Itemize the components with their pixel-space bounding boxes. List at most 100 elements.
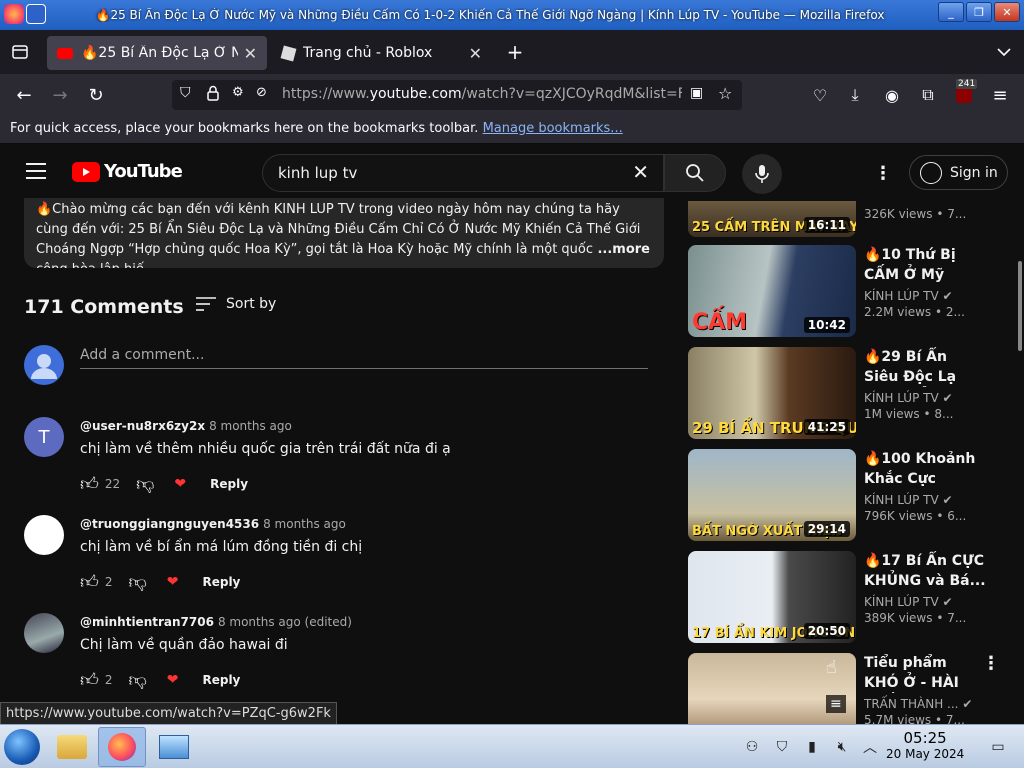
url-bar[interactable]: ⛉ ⚙ ⊘ https://www.youtube.com/watch?v=qz… xyxy=(172,80,742,110)
comment-author[interactable]: @minhtientran7706 xyxy=(80,615,214,629)
window-menu-icon[interactable] xyxy=(26,4,46,24)
back-icon[interactable]: ← xyxy=(12,83,36,107)
show-desktop-icon[interactable]: ▭ xyxy=(988,737,1008,757)
manage-bookmarks-link[interactable]: Manage bookmarks... xyxy=(483,121,623,136)
clock[interactable]: 05:25 20 May 2024 xyxy=(886,729,964,761)
bookmarks-message: For quick access, place your bookmarks h… xyxy=(10,121,479,136)
video-thumbnail[interactable]: BẤT NGỜ XUẤT HIỆN 29:14 xyxy=(688,449,856,541)
search-icon xyxy=(686,164,704,182)
file-explorer-icon[interactable] xyxy=(48,727,96,767)
channel-name[interactable]: TRẤN THÀNH ... xyxy=(864,697,959,711)
permissions-icon[interactable]: ⚙ xyxy=(232,85,244,100)
comment-author[interactable]: @user-nu8rx6zy2x xyxy=(80,419,205,433)
like-icon[interactable]: 👍︎ xyxy=(80,571,99,593)
bookmarks-toolbar: For quick access, place your bookmarks h… xyxy=(0,116,1024,144)
video-thumbnail[interactable]: 17 BÍ ẨN KIM JONG UN 20:50 xyxy=(688,551,856,643)
new-tab-icon[interactable]: + xyxy=(503,40,527,64)
recommended-video[interactable]: 25 CẤM TRÊN MÁY BAY 16:11 326K views • 7… xyxy=(688,201,1008,237)
tab-close-icon[interactable]: ✕ xyxy=(469,44,482,63)
search-button[interactable] xyxy=(664,154,726,192)
maximize-icon[interactable]: ❐ xyxy=(966,2,992,22)
battery-icon[interactable]: ▮ xyxy=(802,737,822,757)
comment-time[interactable]: 8 months ago xyxy=(263,517,346,531)
reply-button[interactable]: Reply xyxy=(202,673,240,687)
video-meta: 326K views • 7... xyxy=(864,205,986,221)
tracking-blocked-icon[interactable]: ⊘ xyxy=(256,85,267,100)
page-scrollbar[interactable] xyxy=(1016,201,1024,724)
comment-actions: 👍︎ 2 👎︎ ❤ Reply xyxy=(80,669,240,691)
add-to-queue-icon[interactable]: ≡ xyxy=(826,695,846,713)
show-more-button[interactable]: ...more xyxy=(593,240,650,260)
comment-author[interactable]: @truonggiangnguyen4536 xyxy=(80,517,259,531)
sign-in-button[interactable]: Sign in xyxy=(909,155,1008,190)
scrollbar-thumb[interactable] xyxy=(1018,261,1022,351)
sort-comments-button[interactable]: Sort by xyxy=(196,296,276,312)
network-icon[interactable]: ⚇ xyxy=(742,737,762,757)
like-icon[interactable]: 👍︎ xyxy=(80,669,99,691)
dislike-icon[interactable]: 👎︎ xyxy=(136,473,154,495)
tab-roblox[interactable]: Trang chủ - Roblox ✕ xyxy=(272,36,492,70)
video-thumbnail[interactable]: ☝ ≡ xyxy=(688,653,856,724)
reader-view-icon[interactable]: ▣ xyxy=(690,85,703,101)
recommended-video[interactable]: BẤT NGỜ XUẤT HIỆN 29:14 🔥100 Khoảnh Khắc… xyxy=(688,449,1008,541)
tab-close-icon[interactable]: ✕ xyxy=(244,44,257,63)
shield-icon[interactable]: ⛉ xyxy=(180,85,191,101)
close-icon[interactable]: ✕ xyxy=(994,2,1020,22)
pocket-icon[interactable]: ♡ xyxy=(808,83,832,107)
control-panel-icon[interactable] xyxy=(150,727,198,767)
tab-youtube[interactable]: 🔥25 Bí Ẩn Độc Lạ Ở Nước ✕ xyxy=(47,36,267,70)
video-thumbnail[interactable]: 29 BÍ ẨN TRUNG QUỐC 41:25 xyxy=(688,347,856,439)
video-thumbnail[interactable]: 25 CẤM TRÊN MÁY BAY 16:11 xyxy=(688,201,856,237)
recommended-video[interactable]: 17 BÍ ẨN KIM JONG UN 20:50 🔥17 Bí Ẩn CỰC… xyxy=(688,551,1008,643)
avatar[interactable] xyxy=(24,515,64,555)
avatar[interactable]: T xyxy=(24,417,64,457)
window-titlebar: 🔥25 Bí Ẩn Độc Lạ Ở Nước Mỹ và Những Điều… xyxy=(0,0,1024,30)
extensions-icon[interactable]: ⧉ xyxy=(916,83,940,107)
chevron-down-icon[interactable] xyxy=(992,40,1016,64)
dislike-icon[interactable]: 👎︎ xyxy=(128,669,146,691)
account-icon[interactable]: ◉ xyxy=(880,83,904,107)
dislike-icon[interactable]: 👎︎ xyxy=(128,571,146,593)
video-thumbnail[interactable]: CẤM 10:42 xyxy=(688,245,856,337)
channel-name[interactable]: KÍNH LÚP TV xyxy=(864,595,939,609)
youtube-header: YouTube kinh lup tv ✕ ⋮ Sign in xyxy=(0,145,1024,201)
youtube-logo[interactable]: YouTube xyxy=(72,161,183,182)
comment-time[interactable]: 8 months ago (edited) xyxy=(218,615,352,629)
channel-name[interactable]: KÍNH LÚP TV xyxy=(864,289,939,303)
tab-list-icon[interactable] xyxy=(8,40,32,64)
voice-search-button[interactable] xyxy=(742,154,782,194)
tab-bar: 🔥25 Bí Ẩn Độc Lạ Ở Nước ✕ Trang chủ - Ro… xyxy=(0,30,1024,74)
recommended-video[interactable]: 29 BÍ ẨN TRUNG QUỐC 41:25 🔥29 Bí Ẩn Siêu… xyxy=(688,347,1008,439)
comment-time[interactable]: 8 months ago xyxy=(209,419,292,433)
video-description[interactable]: 🔥Chào mừng các bạn đến với kênh KINH LUP… xyxy=(24,198,664,268)
menu-icon[interactable]: ≡ xyxy=(988,83,1012,107)
nav-bar: ← → ↻ ⛉ ⚙ ⊘ https://www.youtube.com/watc… xyxy=(0,74,1024,116)
firefox-taskbar-icon[interactable] xyxy=(98,727,146,767)
reply-button[interactable]: Reply xyxy=(202,575,240,589)
volume-muted-icon[interactable]: 🔇︎ xyxy=(832,737,852,757)
chevron-up-icon[interactable]: ︿ xyxy=(860,737,880,757)
recommended-video[interactable]: CẤM 10:42 🔥10 Thứ Bị CẤM Ở Mỹ Khiế... KÍ… xyxy=(688,245,1008,337)
like-icon[interactable]: 👍︎ xyxy=(80,473,99,495)
forward-icon[interactable]: → xyxy=(48,83,72,107)
minimize-icon[interactable]: _ xyxy=(938,2,964,22)
lock-icon[interactable] xyxy=(206,85,220,105)
clear-search-icon[interactable]: ✕ xyxy=(632,160,649,184)
start-button[interactable] xyxy=(4,729,40,765)
bookmark-star-icon[interactable]: ☆ xyxy=(718,84,732,103)
avatar[interactable] xyxy=(24,613,64,653)
download-icon[interactable]: ⤓ xyxy=(843,83,867,107)
channel-name[interactable]: KÍNH LÚP TV xyxy=(864,391,939,405)
video-age: • 8... xyxy=(923,407,954,421)
channel-name[interactable]: KÍNH LÚP TV xyxy=(864,493,939,507)
reload-icon[interactable]: ↻ xyxy=(84,83,108,107)
search-input[interactable]: kinh lup tv ✕ xyxy=(262,154,664,192)
add-comment-input[interactable]: Add a comment... xyxy=(80,347,648,369)
reply-button[interactable]: Reply xyxy=(210,477,248,491)
hamburger-menu-icon[interactable] xyxy=(26,163,46,179)
more-options-icon[interactable]: ⋮ xyxy=(874,163,892,184)
ublock-icon[interactable]: 241 xyxy=(952,79,978,107)
recommended-video[interactable]: ☝ ≡ Tiểu phẩm KHÓ Ở - HÀI TRẤN... TRẤN T… xyxy=(688,653,1008,724)
shield-tray-icon[interactable]: ⛉ xyxy=(772,737,792,757)
video-more-icon[interactable]: ⋮ xyxy=(982,653,1000,674)
